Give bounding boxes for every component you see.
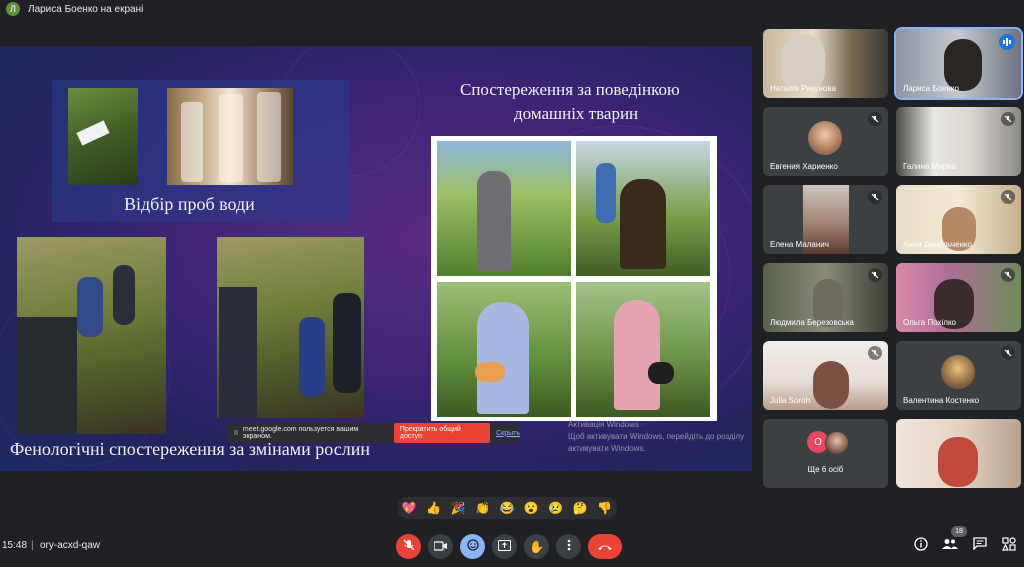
present-screen-button[interactable] — [492, 534, 517, 559]
meeting-details-button[interactable] — [912, 536, 930, 556]
participant-tile[interactable]: Евгения Хариенко — [763, 107, 888, 176]
hide-banner-link[interactable]: Скрыть — [496, 430, 520, 437]
chat-icon — [973, 537, 987, 555]
participant-tile[interactable]: Наталія Рикунова — [763, 29, 888, 98]
camera-toggle-button[interactable] — [428, 534, 453, 559]
people-icon — [942, 537, 958, 555]
participant-name: Людмила Березовська — [770, 318, 854, 327]
participant-tile-active-speaker[interactable]: Лариса Боенко — [894, 27, 1023, 100]
girl-with-cat-photo — [437, 282, 571, 417]
reactions-button[interactable] — [460, 534, 485, 559]
mic-off-icon — [1001, 268, 1015, 282]
participant-name: Ольга Похілко — [903, 318, 956, 327]
smiley-icon — [466, 538, 479, 556]
present-icon — [498, 538, 511, 556]
participant-name: Галина Мирна — [903, 162, 957, 171]
camera-icon — [433, 538, 447, 556]
end-call-button[interactable] — [588, 534, 622, 559]
watermark-line: активувати Windows. — [568, 444, 646, 453]
speaking-indicator-icon — [999, 34, 1015, 50]
reaction-heart[interactable]: 💖 — [402, 501, 417, 515]
participant-figure — [938, 437, 978, 487]
participant-name: Евгения Хариенко — [770, 162, 838, 171]
clock: 15:48 — [2, 540, 28, 551]
girl-with-puppy-photo — [576, 282, 710, 417]
hand-icon: ✋ — [529, 539, 544, 554]
presenter-avatar: Л — [6, 2, 20, 16]
mic-off-icon — [1001, 112, 1015, 126]
more-vert-icon — [567, 538, 571, 556]
watermark-line: Активація Windows — [568, 420, 640, 429]
phone-hangup-icon — [597, 538, 613, 556]
participant-tile[interactable]: Анна Данильченко — [896, 185, 1021, 254]
info-icon — [914, 536, 928, 556]
stop-sharing-button[interactable]: Прекратить общий доступ — [393, 423, 491, 443]
reaction-party[interactable]: 🎉 — [451, 501, 466, 515]
presenter-bar: Л Лариса Боенко на екрані — [0, 0, 1024, 18]
reactions-bar: 💖 👍 🎉 👏 😂 😮 😢 🤔 👎 — [397, 497, 617, 519]
share-banner-text: meet.google.com пользуется вашим экраном… — [242, 426, 359, 440]
separator: | — [31, 540, 34, 551]
reaction-thinking[interactable]: 🤔 — [573, 501, 588, 515]
water-bottles-photo — [167, 88, 293, 185]
participant-name: Анна Данильченко — [903, 240, 972, 249]
more-participants-label: Ще 6 осіб — [807, 465, 844, 474]
mic-off-icon — [868, 346, 882, 360]
water-sampling-photo — [68, 88, 138, 185]
screen-share-banner: II meet.google.com пользуется вашим экра… — [228, 423, 520, 443]
participant-tile[interactable]: Людмила Березовська — [763, 263, 888, 332]
participant-avatar — [808, 121, 842, 155]
activities-icon — [1002, 536, 1016, 556]
participant-tile[interactable]: Ольга Похілко — [896, 263, 1021, 332]
phenology-photo-2 — [217, 237, 364, 418]
reaction-surprised[interactable]: 😮 — [524, 501, 539, 515]
participant-tile[interactable] — [896, 419, 1021, 488]
participant-name: Наталія Рикунова — [770, 84, 836, 93]
participant-name: Лариса Боенко — [903, 84, 959, 93]
water-sampling-title: Відбір проб води — [124, 194, 255, 214]
pets-photo-collage — [431, 136, 717, 421]
more-options-button[interactable] — [556, 534, 581, 559]
girl-with-goat-photo — [437, 141, 571, 276]
watermark-line: Щоб активувати Windows, перейдіть до роз… — [568, 432, 745, 441]
participant-name: Валентина Костенко — [903, 396, 980, 405]
participant-figure — [781, 35, 825, 91]
behavior-title-line2: домашніх тварин — [514, 104, 639, 123]
windows-activation-watermark: Активація Windows Щоб активувати Windows… — [568, 419, 744, 455]
people-button[interactable] — [941, 537, 959, 555]
chat-button[interactable] — [971, 537, 989, 555]
mic-off-icon — [403, 538, 415, 556]
reaction-clap[interactable]: 👏 — [475, 501, 490, 515]
raise-hand-button[interactable]: ✋ — [524, 534, 549, 559]
participant-count-badge: 18 — [951, 526, 967, 537]
presenter-label: Лариса Боенко на екрані — [28, 3, 144, 15]
participant-avatar — [825, 431, 849, 455]
activities-button[interactable] — [1000, 536, 1018, 556]
mic-off-icon — [868, 112, 882, 126]
participant-tile[interactable]: Валентина Костенко — [896, 341, 1021, 410]
boy-with-dog-photo — [576, 141, 710, 276]
mic-off-icon — [868, 268, 882, 282]
participant-name: Елена Маланич — [770, 240, 829, 249]
reaction-thumbs-up[interactable]: 👍 — [426, 501, 441, 515]
participant-name: Julia Soroh — [770, 396, 811, 405]
reaction-thumbs-down[interactable]: 👎 — [597, 501, 612, 515]
more-participants-tile[interactable]: O Ще 6 осіб — [763, 419, 888, 488]
mic-off-icon — [1001, 190, 1015, 204]
reaction-laugh[interactable]: 😂 — [499, 501, 514, 515]
reaction-sad[interactable]: 😢 — [548, 501, 563, 515]
meeting-code[interactable]: ory-acxd-qaw — [40, 540, 100, 551]
mic-off-icon — [868, 190, 882, 204]
pause-icon: II — [234, 429, 238, 437]
participant-tile[interactable]: Галина Мирна — [896, 107, 1021, 176]
participant-tile[interactable]: Елена Маланич — [763, 185, 888, 254]
behavior-title-line1: Спостереження за поведінкою — [460, 80, 680, 99]
participant-tile[interactable]: Julia Soroh — [763, 341, 888, 410]
participant-figure — [813, 361, 849, 409]
phenology-photo-1 — [17, 237, 166, 434]
mic-toggle-button[interactable] — [396, 534, 421, 559]
shared-slide: Відбір проб води Спостереження за поведі… — [0, 46, 752, 471]
participant-avatar — [941, 355, 975, 389]
mic-off-icon — [1001, 346, 1015, 360]
